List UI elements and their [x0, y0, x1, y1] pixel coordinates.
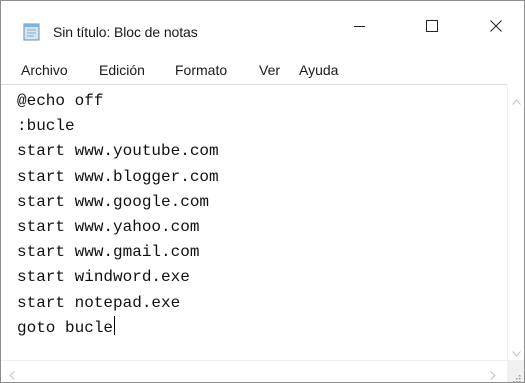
editor-line: start notepad.exe — [17, 293, 181, 312]
scroll-up-icon[interactable] — [512, 92, 521, 110]
editor-line: start www.youtube.com — [17, 142, 219, 161]
menu-edicion[interactable]: Edición — [99, 62, 145, 78]
editor-line: start www.google.com — [17, 192, 210, 211]
size-grip-icon — [512, 370, 521, 383]
notepad-icon — [23, 22, 41, 41]
editor-line: goto bucle — [17, 318, 114, 337]
size-grip[interactable] — [507, 360, 524, 383]
close-icon — [489, 19, 502, 37]
notepad-window: Sin título: Bloc de notas Archivo Edició… — [0, 0, 525, 383]
text-caret — [114, 315, 116, 335]
maximize-icon — [425, 19, 438, 37]
editor-line: start www.blogger.com — [17, 167, 219, 186]
scroll-left-icon[interactable] — [9, 367, 15, 383]
maximize-button[interactable] — [403, 1, 460, 54]
window-title: Sin título: Bloc de notas — [53, 24, 198, 40]
editor-line: start www.gmail.com — [17, 243, 200, 262]
menu-ver[interactable]: Ver — [259, 62, 280, 78]
editor-line: :bucle — [17, 117, 75, 136]
menu-formato[interactable]: Formato — [175, 62, 227, 78]
editor-line-last: goto bucle — [17, 315, 497, 341]
editor-text[interactable]: @echo off :bucle start www.youtube.com star… — [17, 89, 497, 357]
text-editor[interactable]: @echo off :bucle start www.youtube.com star… — [1, 84, 524, 360]
menu-bar: Archivo Edición Formato Ver Ayuda — [1, 54, 524, 84]
title-bar[interactable]: Sin título: Bloc de notas — [1, 1, 524, 54]
menu-ayuda[interactable]: Ayuda — [299, 62, 338, 78]
editor-line: start www.yahoo.com — [17, 218, 200, 237]
scroll-right-icon[interactable] — [490, 367, 496, 383]
vertical-scrollbar[interactable] — [507, 84, 524, 360]
horizontal-scrollbar[interactable] — [1, 360, 507, 382]
close-button[interactable] — [467, 1, 524, 54]
editor-line: @echo off — [17, 92, 104, 110]
minimize-button[interactable] — [331, 1, 388, 54]
menu-archivo[interactable]: Archivo — [21, 62, 68, 78]
minimize-icon — [353, 19, 366, 37]
editor-line: start windword.exe — [17, 268, 190, 287]
